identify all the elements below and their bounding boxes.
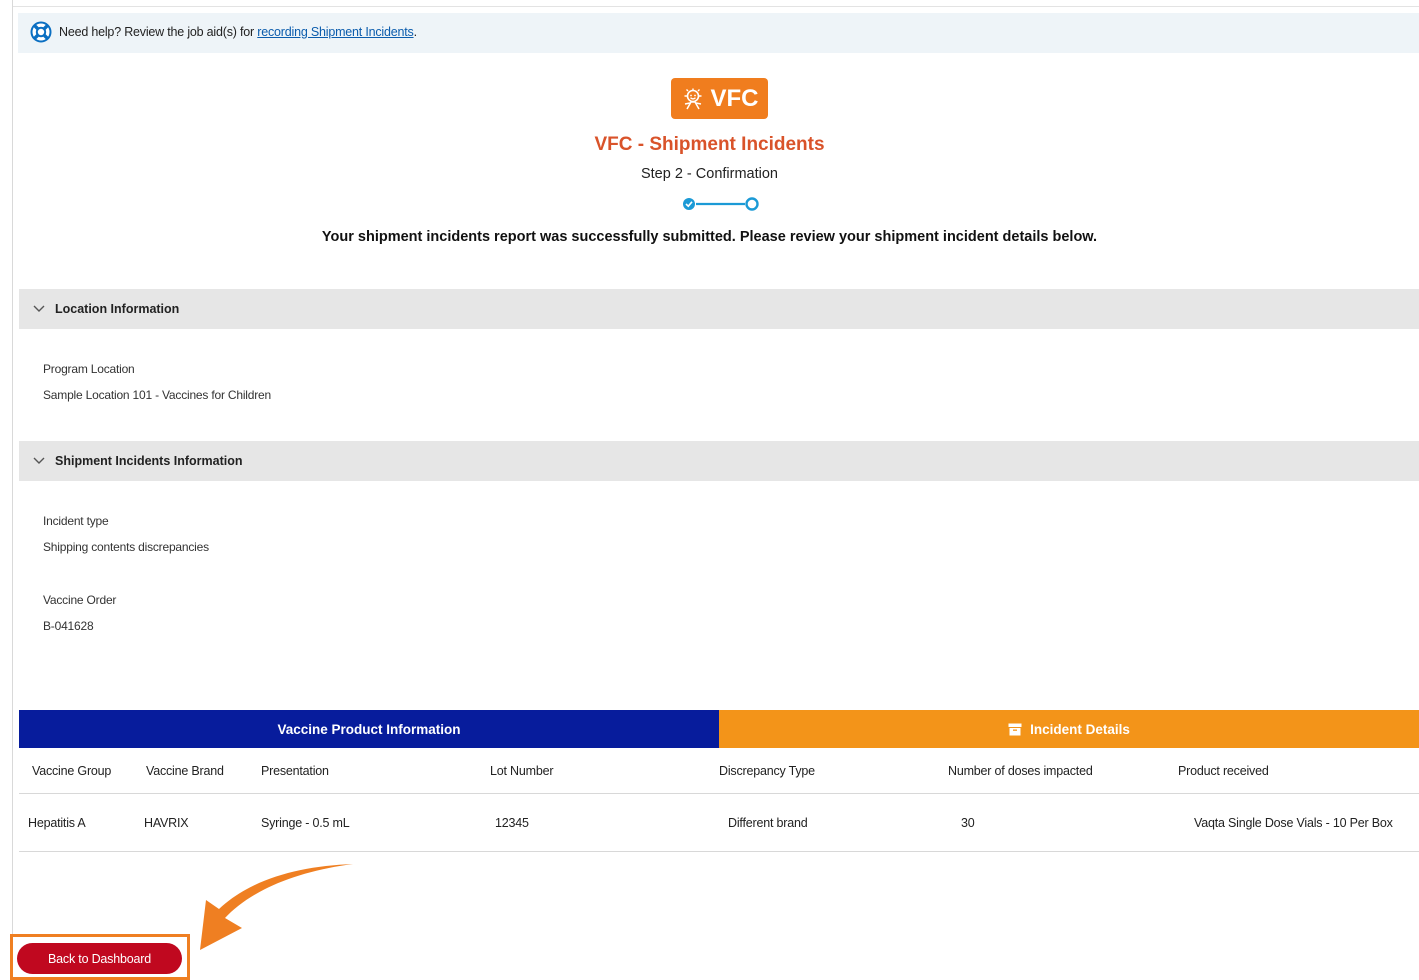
job-aid-link[interactable]: recording Shipment Incidents: [257, 25, 413, 39]
vfc-logo: VFC: [671, 78, 768, 119]
column-header-presentation: Presentation: [261, 764, 329, 778]
cell-vaccine-group: Hepatitis A: [28, 816, 86, 830]
column-header-vaccine-brand: Vaccine Brand: [146, 764, 224, 778]
cell-doses-impacted: 30: [961, 816, 975, 830]
location-section-header[interactable]: Location Information: [19, 289, 1419, 329]
step-progress-indicator: [682, 196, 762, 217]
cell-product-received: Vaqta Single Dose Vials - 10 Per Box: [1194, 816, 1393, 830]
incident-type-value: Shipping contents discrepancies: [43, 540, 209, 554]
table-bottom-border: [19, 851, 1419, 852]
child-icon: [684, 88, 701, 109]
chevron-down-icon: [33, 305, 45, 312]
incident-type-label: Incident type: [43, 514, 109, 528]
vaccine-product-header: Vaccine Product Information: [19, 710, 719, 748]
archive-box-icon: [1008, 723, 1022, 735]
vaccine-order-label: Vaccine Order: [43, 593, 117, 607]
logo-text: VFC: [710, 84, 759, 112]
chevron-down-icon: [33, 457, 45, 464]
incident-section-header[interactable]: Shipment Incidents Information: [19, 441, 1419, 481]
vaccine-order-value: B-041628: [43, 619, 94, 633]
incident-details-header: Incident Details: [719, 710, 1419, 748]
table-divider: [19, 793, 1419, 794]
lifebuoy-icon: [30, 21, 52, 48]
back-to-dashboard-button[interactable]: Back to Dashboard: [17, 943, 182, 974]
cell-lot-number: 12345: [495, 816, 529, 830]
cell-vaccine-brand: HAVRIX: [144, 816, 189, 830]
program-location-value: Sample Location 101 - Vaccines for Child…: [43, 388, 271, 402]
section-title: Shipment Incidents Information: [55, 454, 243, 468]
step-label: Step 2 - Confirmation: [640, 166, 778, 182]
column-header-discrepancy-type: Discrepancy Type: [719, 764, 815, 778]
success-message: Your shipment incidents report was succe…: [321, 229, 1098, 245]
top-border: [12, 6, 1419, 7]
cell-discrepancy-type: Different brand: [728, 816, 808, 830]
help-text: Need help? Review the job aid(s) for rec…: [59, 25, 417, 39]
annotation-arrow-icon: [200, 864, 353, 950]
program-location-label: Program Location: [43, 362, 135, 376]
page-title: VFC - Shipment Incidents: [594, 134, 825, 155]
help-banner: Need help? Review the job aid(s) for rec…: [18, 13, 1419, 53]
column-header-lot-number: Lot Number: [490, 764, 554, 778]
column-header-vaccine-group: Vaccine Group: [32, 764, 112, 778]
column-header-product-received: Product received: [1178, 764, 1269, 778]
column-header-doses-impacted: Number of doses impacted: [948, 764, 1093, 778]
section-title: Location Information: [55, 302, 180, 316]
cell-presentation: Syringe - 0.5 mL: [261, 816, 350, 830]
